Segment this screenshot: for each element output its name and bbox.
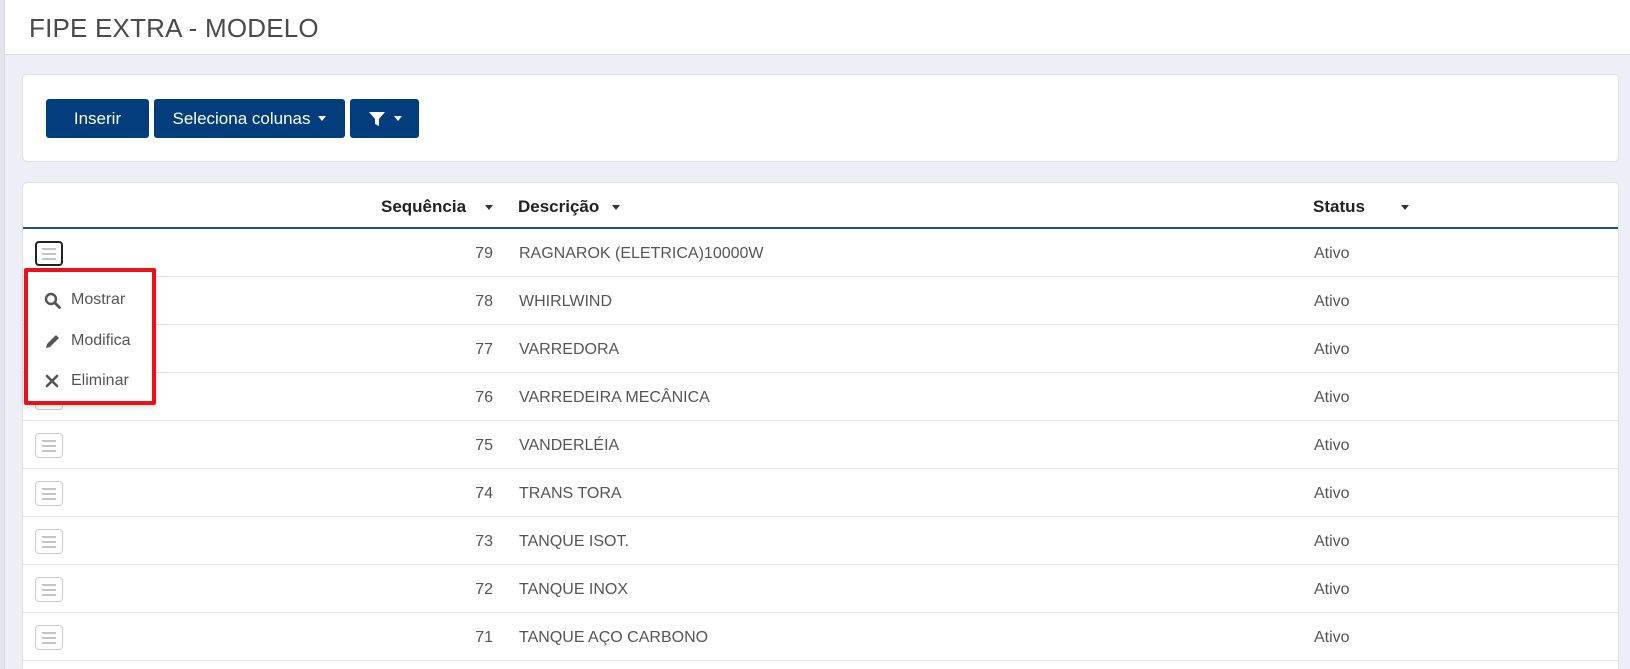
column-header-status[interactable]: Status xyxy=(1313,197,1365,217)
cell-descricao: TANQUE INOX xyxy=(519,581,629,598)
column-header-descricao[interactable]: Descrição xyxy=(518,197,599,217)
left-edge-strip xyxy=(0,0,5,669)
cell-descricao: VANDERLÉIA xyxy=(519,437,620,454)
cell-status: Ativo xyxy=(1314,437,1350,454)
sort-caret-icon[interactable] xyxy=(1401,205,1409,210)
cell-sequencia: 77 xyxy=(475,341,493,358)
table-row: 73 TANQUE ISOT. Ativo xyxy=(23,517,1618,565)
cell-status: Ativo xyxy=(1314,629,1350,646)
row-menu-icon[interactable] xyxy=(35,433,63,458)
cell-descricao: VARREDORA xyxy=(519,341,620,358)
table-row: 77 VARREDORA Ativo xyxy=(23,325,1618,373)
row-menu-icon[interactable] xyxy=(35,577,63,602)
row-action-menu: Mostrar Modifica Eliminar xyxy=(24,268,156,405)
table-row: 78 WHIRLWIND Ativo xyxy=(23,277,1618,325)
table-header: Sequência Descrição Status xyxy=(23,183,1618,229)
filter-icon xyxy=(368,111,385,126)
column-header-sequencia[interactable]: Sequência xyxy=(381,197,466,217)
select-columns-label: Seleciona colunas xyxy=(172,108,311,128)
cell-status: Ativo xyxy=(1314,485,1350,502)
chevron-down-icon xyxy=(318,116,327,121)
table-row: 75 VANDERLÉIA Ativo xyxy=(23,421,1618,469)
select-columns-button[interactable]: Seleciona colunas xyxy=(154,99,345,138)
row-menu-icon[interactable] xyxy=(35,529,63,554)
page-title: FIPE EXTRA - MODELO xyxy=(29,13,319,43)
cell-descricao: VARREDEIRA MECÂNICA xyxy=(519,389,710,406)
menu-item-modifica[interactable]: Modifica xyxy=(28,323,152,359)
cell-descricao: TRANS TORA xyxy=(519,485,622,502)
cell-descricao: TANQUE AÇO CARBONO xyxy=(519,629,709,646)
cell-status: Ativo xyxy=(1314,581,1350,598)
row-menu-icon[interactable] xyxy=(35,241,63,266)
pencil-icon xyxy=(43,332,61,350)
menu-item-mostrar[interactable]: Mostrar xyxy=(28,282,152,318)
cell-descricao: RAGNAROK (ELETRICA)10000W xyxy=(519,245,764,262)
menu-item-eliminar[interactable]: Eliminar xyxy=(28,363,152,399)
cell-status: Ativo xyxy=(1314,389,1350,406)
cell-sequencia: 78 xyxy=(475,293,493,310)
cell-descricao: WHIRLWIND xyxy=(519,293,613,310)
table-row: 79 RAGNAROK (ELETRICA)10000W Ativo xyxy=(23,229,1618,277)
row-menu-icon[interactable] xyxy=(35,625,63,650)
table-row: 71 TANQUE AÇO CARBONO Ativo xyxy=(23,613,1618,661)
menu-item-label: Modifica xyxy=(71,332,131,349)
cell-status: Ativo xyxy=(1314,533,1350,550)
cell-sequencia: 73 xyxy=(475,533,493,550)
sort-caret-icon[interactable] xyxy=(612,205,620,210)
cell-sequencia: 72 xyxy=(475,581,493,598)
table-row: 76 VARREDEIRA MECÂNICA Ativo xyxy=(23,373,1618,421)
data-table: Sequência Descrição Status 79 RAGNAROK (E… xyxy=(22,182,1619,669)
row-menu-icon[interactable] xyxy=(35,481,63,506)
cell-status: Ativo xyxy=(1314,245,1350,262)
cell-status: Ativo xyxy=(1314,341,1350,358)
cell-sequencia: 75 xyxy=(475,437,493,454)
insert-button[interactable]: Inserir xyxy=(46,99,149,138)
cell-descricao: TANQUE ISOT. xyxy=(519,533,629,550)
close-icon xyxy=(43,372,61,390)
filter-button[interactable] xyxy=(350,99,419,138)
cell-status: Ativo xyxy=(1314,293,1350,310)
title-bar: FIPE EXTRA - MODELO xyxy=(5,0,1630,55)
sort-caret-icon[interactable] xyxy=(485,205,493,210)
chevron-down-icon xyxy=(393,116,402,121)
table-row: 72 TANQUE INOX Ativo xyxy=(23,565,1618,613)
table-row: 74 TRANS TORA Ativo xyxy=(23,469,1618,517)
cell-sequencia: 74 xyxy=(475,485,493,502)
search-icon xyxy=(43,291,61,309)
cell-sequencia: 71 xyxy=(475,629,493,646)
toolbar-panel: Inserir Seleciona colunas xyxy=(22,74,1619,162)
menu-item-label: Mostrar xyxy=(71,291,126,308)
menu-item-label: Eliminar xyxy=(71,372,129,389)
cell-sequencia: 76 xyxy=(475,389,493,406)
cell-sequencia: 79 xyxy=(475,245,493,262)
